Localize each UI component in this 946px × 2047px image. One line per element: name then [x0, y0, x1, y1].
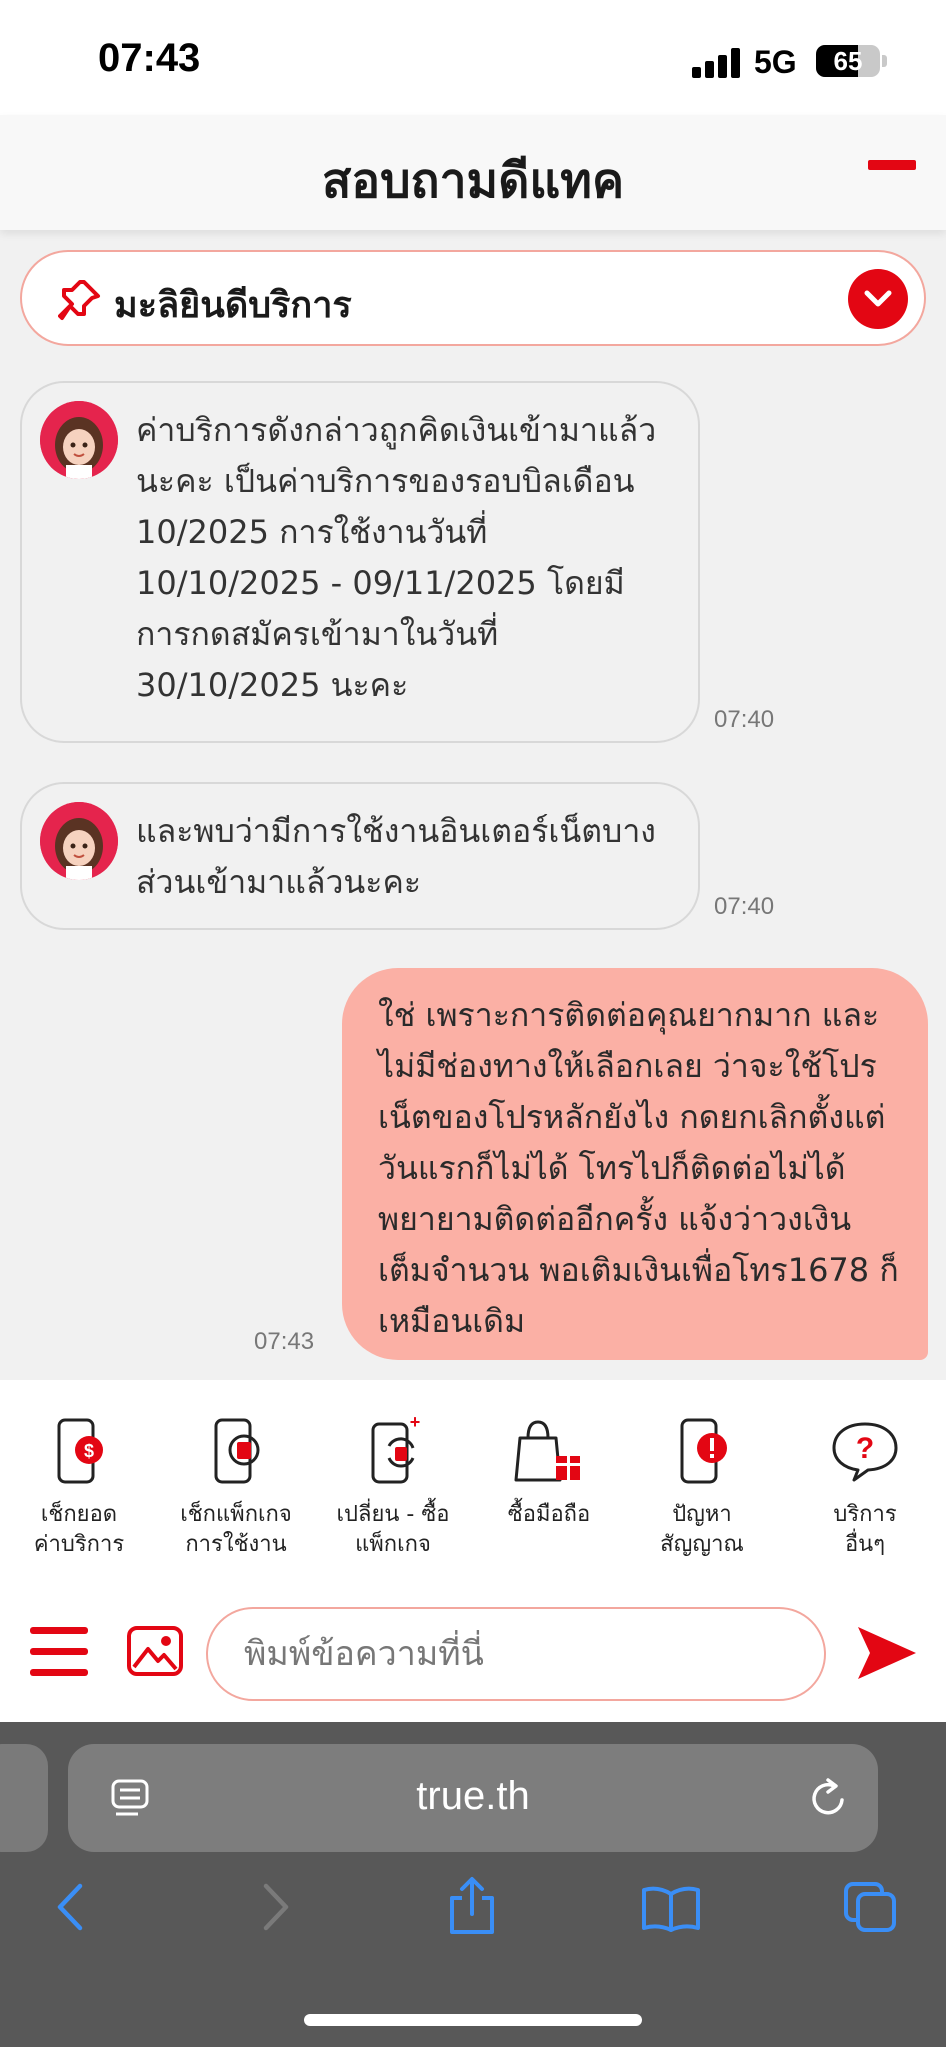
quick-item-check-bill[interactable]: $ เช็กยอด ค่าบริการ: [4, 1416, 154, 1560]
network-type: 5G: [754, 44, 797, 80]
pinned-title: มะลิยินดีบริการ: [114, 285, 352, 326]
quick-item-label: เช็กยอด ค่าบริการ: [33, 1502, 125, 1557]
quick-item-label: เช็กแพ็กเกจ การใช้งาน: [180, 1502, 292, 1557]
composer: [0, 1595, 946, 1722]
forward-icon[interactable]: [258, 1882, 292, 1932]
avatar-image: [40, 401, 118, 479]
pin-icon: [58, 280, 100, 320]
svg-text:+: +: [410, 1416, 421, 1432]
bot-message: และพบว่ามีการใช้งานอินเตอร์เน็ตบางส่วนเข…: [20, 782, 700, 930]
bot-avatar: [40, 401, 118, 479]
quick-item-change-package[interactable]: + เปลี่ยน - ซื้อ แพ็กเกจ: [318, 1416, 468, 1560]
previous-tab[interactable]: [0, 1744, 48, 1852]
pinned-banner[interactable]: มะลิยินดีบริการ: [20, 250, 926, 346]
user-message: ใช่ เพราะการติดต่อคุณยากมาก และไม่มีช่อง…: [342, 968, 928, 1360]
message-time: 07:40: [714, 706, 775, 733]
phone-bill-icon: $: [57, 1418, 103, 1484]
quick-item-label: เปลี่ยน - ซื้อ แพ็กเกจ: [336, 1502, 450, 1557]
quick-item-check-package[interactable]: เช็กแพ็กเกจ การใช้งาน: [161, 1416, 311, 1560]
message-input[interactable]: [206, 1607, 826, 1701]
home-indicator: [304, 2014, 642, 2026]
svg-text:$: $: [84, 1441, 94, 1461]
signal-icon: [692, 48, 740, 78]
battery-icon: 65: [816, 45, 880, 77]
tabs-icon[interactable]: [842, 1880, 900, 1934]
page-title: สอบถามดีแทค: [321, 153, 625, 209]
quick-item-label: ซื้อมือถือ: [507, 1502, 591, 1527]
message-text: และพบว่ามีการใช้งานอินเตอร์เน็ตบางส่วนเข…: [136, 812, 656, 901]
avatar-image: [40, 802, 118, 880]
quick-menu: $ เช็กยอด ค่าบริการ เช็กแพ็กเกจ การใช้งา…: [0, 1380, 946, 1595]
minimize-button[interactable]: [868, 160, 916, 170]
shopping-bag-icon: [514, 1420, 580, 1482]
battery-cap: [882, 55, 887, 67]
browser-toolbar: true.th: [0, 1722, 946, 2047]
quick-item-signal-problem[interactable]: ปัญหา สัญญาณ: [627, 1416, 777, 1560]
message-time: 07:40: [714, 893, 775, 920]
url-text: true.th: [416, 1774, 530, 1818]
status-bar: 07:43 5G 65: [0, 0, 946, 115]
status-time: 07:43: [98, 36, 201, 80]
back-icon[interactable]: [54, 1882, 88, 1932]
bot-message: ค่าบริการดังกล่าวถูกคิดเงินเข้ามาแล้วนะค…: [20, 381, 700, 743]
message-text: ใช่ เพราะการติดต่อคุณยากมาก และไม่มีช่อง…: [378, 996, 899, 1340]
app-header: สอบถามดีแทค: [0, 115, 946, 230]
quick-item-label: บริการ อื่นๆ: [833, 1502, 897, 1557]
phone-sim-icon: [214, 1418, 260, 1484]
bot-avatar: [40, 802, 118, 880]
image-upload-icon[interactable]: [126, 1625, 184, 1677]
message-time: 07:43: [254, 1328, 315, 1355]
hamburger-menu-button[interactable]: [30, 1627, 88, 1677]
svg-text:?: ?: [856, 1432, 874, 1465]
quick-item-other-services[interactable]: ? บริการ อื่นๆ: [790, 1416, 940, 1560]
expand-button[interactable]: [848, 269, 908, 329]
send-icon[interactable]: [856, 1623, 918, 1683]
quick-item-buy-phone[interactable]: ซื้อมือถือ: [474, 1416, 624, 1530]
address-bar[interactable]: true.th: [68, 1744, 878, 1852]
battery-percent: 65: [833, 46, 863, 76]
phone-alert-icon: [680, 1418, 727, 1484]
reload-icon[interactable]: [808, 1776, 850, 1820]
chevron-down-icon: [864, 290, 892, 307]
share-icon[interactable]: [446, 1876, 498, 1936]
quick-item-label: ปัญหา สัญญาณ: [660, 1502, 744, 1557]
message-text: ค่าบริการดังกล่าวถูกคิดเงินเข้ามาแล้วนะค…: [136, 411, 657, 704]
question-bubble-icon: ?: [832, 1422, 898, 1482]
bookmarks-icon[interactable]: [640, 1884, 702, 1932]
phone-change-icon: +: [371, 1416, 421, 1484]
